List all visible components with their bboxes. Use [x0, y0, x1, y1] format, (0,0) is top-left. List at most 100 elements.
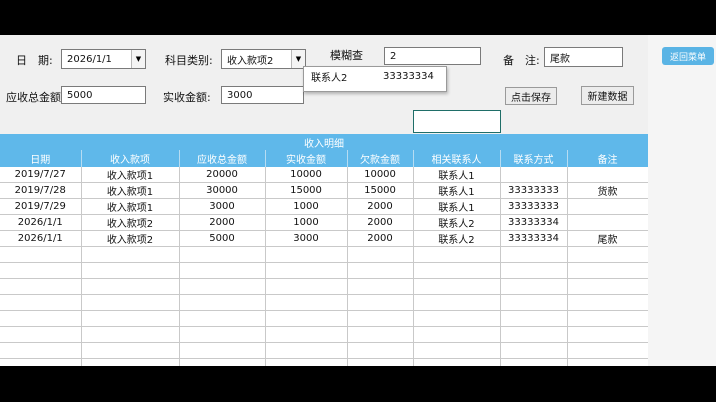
column-header[interactable]: 日期: [0, 150, 82, 167]
table-cell[interactable]: [413, 342, 501, 359]
table-cell[interactable]: [500, 326, 568, 343]
table-cell[interactable]: [0, 246, 82, 263]
table-cell[interactable]: 3000: [179, 198, 266, 215]
table-row[interactable]: 2019/7/28 收入款项1 30000 15000 15000 联系人1 3333333…: [0, 182, 649, 199]
table-cell[interactable]: [413, 278, 501, 295]
table-cell[interactable]: [413, 262, 501, 279]
table-cell[interactable]: [567, 214, 649, 231]
date-picker[interactable]: 2026/1/1 ▼: [61, 49, 146, 69]
fuzzy-search-input[interactable]: 2: [384, 47, 481, 65]
new-record-button[interactable]: 新建数据: [581, 86, 634, 105]
table-row[interactable]: 2026/1/1 收入款项2 2000 1000 2000 联系人2 33333334: [0, 214, 649, 231]
suggestion-item[interactable]: 联系人2 33333334: [304, 69, 446, 84]
table-cell[interactable]: [347, 278, 414, 295]
table-cell[interactable]: [0, 278, 82, 295]
table-cell[interactable]: [567, 358, 649, 366]
table-cell[interactable]: [265, 262, 348, 279]
table-cell[interactable]: [567, 278, 649, 295]
column-header[interactable]: 实收金额: [265, 150, 348, 167]
table-cell[interactable]: [347, 246, 414, 263]
table-row[interactable]: 2019/7/29 收入款项1 3000 1000 2000 联系人1 33333333: [0, 198, 649, 215]
table-cell[interactable]: [81, 310, 180, 327]
empty-table-row[interactable]: [0, 278, 649, 295]
table-cell[interactable]: 33333333: [500, 198, 568, 215]
column-header[interactable]: 备注: [567, 150, 649, 167]
table-cell[interactable]: 15000: [265, 182, 348, 199]
table-cell[interactable]: 30000: [179, 182, 266, 199]
table-cell[interactable]: [179, 294, 266, 311]
table-cell[interactable]: [179, 278, 266, 295]
table-cell[interactable]: [81, 342, 180, 359]
empty-table-row[interactable]: [0, 358, 649, 366]
table-cell[interactable]: 联系人2: [413, 230, 501, 247]
table-cell[interactable]: [179, 262, 266, 279]
column-header[interactable]: 联系方式: [500, 150, 568, 167]
table-cell[interactable]: [81, 246, 180, 263]
table-cell[interactable]: 2019/7/27: [0, 167, 82, 183]
empty-table-row[interactable]: [0, 310, 649, 327]
table-cell[interactable]: [265, 310, 348, 327]
table-row[interactable]: 2019/7/27 收入款项1 20000 10000 10000 联系人1: [0, 167, 649, 183]
table-cell[interactable]: [179, 326, 266, 343]
table-cell[interactable]: 10000: [265, 167, 348, 183]
table-cell[interactable]: 联系人1: [413, 182, 501, 199]
table-cell[interactable]: 2026/1/1: [0, 214, 82, 231]
table-cell[interactable]: 33333333: [500, 182, 568, 199]
table-cell[interactable]: [265, 246, 348, 263]
table-cell[interactable]: 2000: [347, 198, 414, 215]
table-cell[interactable]: 联系人2: [413, 214, 501, 231]
table-cell[interactable]: [500, 278, 568, 295]
table-cell[interactable]: 收入款项1: [81, 167, 180, 183]
table-cell[interactable]: [81, 294, 180, 311]
table-cell[interactable]: [81, 262, 180, 279]
table-cell[interactable]: [265, 278, 348, 295]
table-cell[interactable]: 10000: [347, 167, 414, 183]
table-cell[interactable]: 尾款: [567, 230, 649, 247]
table-cell[interactable]: [500, 358, 568, 366]
remark-input[interactable]: 尾款: [544, 47, 623, 67]
table-cell[interactable]: 收入款项2: [81, 214, 180, 231]
table-cell[interactable]: [265, 326, 348, 343]
table-cell[interactable]: 2000: [179, 214, 266, 231]
table-cell[interactable]: 33333334: [500, 214, 568, 231]
table-cell[interactable]: [413, 246, 501, 263]
table-cell[interactable]: 2019/7/28: [0, 182, 82, 199]
table-cell[interactable]: [0, 310, 82, 327]
table-cell[interactable]: [265, 358, 348, 366]
table-cell[interactable]: [567, 246, 649, 263]
table-cell[interactable]: [81, 278, 180, 295]
table-cell[interactable]: [81, 358, 180, 366]
table-cell[interactable]: [500, 246, 568, 263]
table-cell[interactable]: 33333334: [500, 230, 568, 247]
table-cell[interactable]: [0, 294, 82, 311]
table-cell[interactable]: [413, 326, 501, 343]
table-cell[interactable]: [265, 294, 348, 311]
table-cell[interactable]: [347, 294, 414, 311]
table-cell[interactable]: [347, 358, 414, 366]
table-cell[interactable]: 联系人1: [413, 198, 501, 215]
table-cell[interactable]: [500, 342, 568, 359]
table-cell[interactable]: 收入款项2: [81, 230, 180, 247]
table-cell[interactable]: 20000: [179, 167, 266, 183]
table-cell[interactable]: [500, 294, 568, 311]
table-cell[interactable]: [500, 262, 568, 279]
category-select[interactable]: 收入款项2 ▼: [221, 49, 306, 69]
table-cell[interactable]: [0, 342, 82, 359]
table-cell[interactable]: [413, 310, 501, 327]
table-cell[interactable]: 收入款项1: [81, 198, 180, 215]
table-cell[interactable]: [567, 198, 649, 215]
table-cell[interactable]: [347, 342, 414, 359]
table-cell[interactable]: [179, 358, 266, 366]
table-cell[interactable]: [567, 342, 649, 359]
empty-table-row[interactable]: [0, 326, 649, 343]
table-cell[interactable]: 2019/7/29: [0, 198, 82, 215]
table-cell[interactable]: [500, 310, 568, 327]
table-cell[interactable]: 5000: [179, 230, 266, 247]
table-cell[interactable]: 2000: [347, 230, 414, 247]
table-cell[interactable]: [179, 246, 266, 263]
chevron-down-icon[interactable]: ▼: [131, 50, 145, 68]
table-cell[interactable]: [500, 167, 568, 183]
table-cell[interactable]: 1000: [265, 214, 348, 231]
total-amount-input[interactable]: 5000: [61, 86, 146, 104]
empty-table-row[interactable]: [0, 246, 649, 263]
